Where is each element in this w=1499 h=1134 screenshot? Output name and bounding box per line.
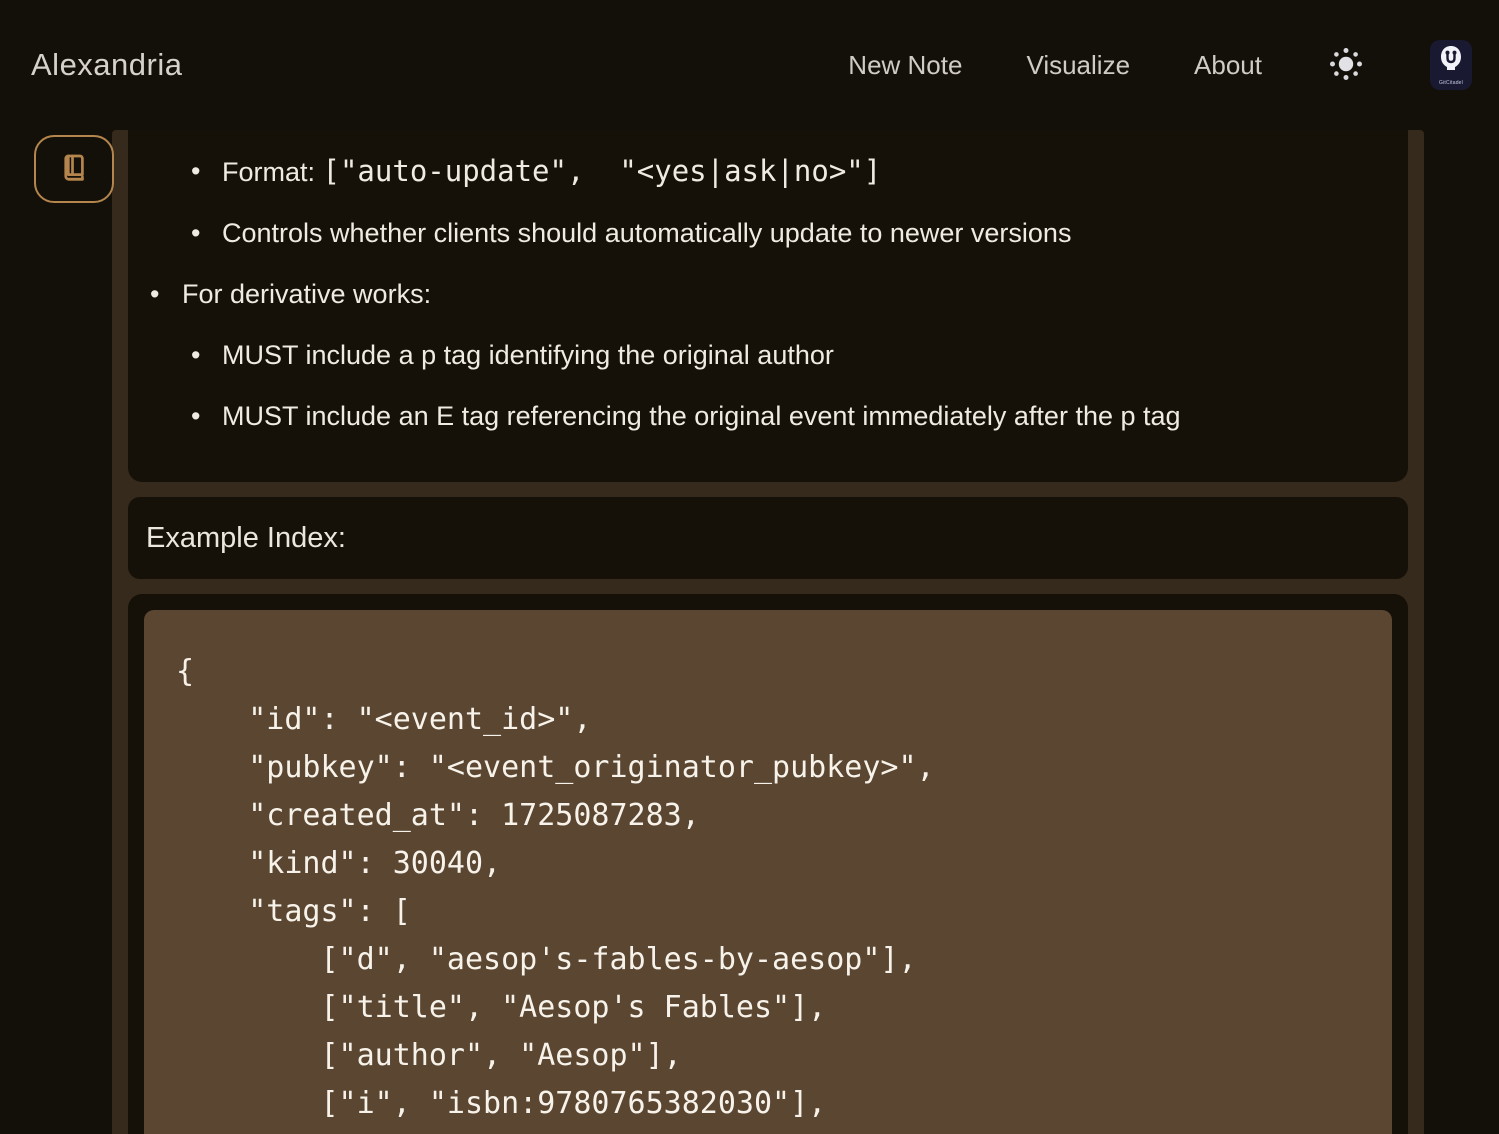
code-line: "tags": [ bbox=[176, 888, 1360, 936]
spec-card: Format: ["auto-update", "<yes|ask|no>"] … bbox=[128, 130, 1408, 482]
code-line: { bbox=[176, 648, 1360, 696]
brand-title: Alexandria bbox=[31, 47, 182, 83]
spec-item-format-label: Format: bbox=[222, 157, 323, 187]
example-code-card: { "id": "<event_id>", "pubkey": "<event_… bbox=[128, 594, 1408, 1134]
gitcitadel-logo[interactable]: GitCitadel bbox=[1430, 40, 1472, 90]
nav-visualize[interactable]: Visualize bbox=[1026, 50, 1130, 81]
code-line: ["title", "Aesop's Fables"], bbox=[176, 984, 1360, 1032]
code-line: "kind": 30040, bbox=[176, 840, 1360, 888]
code-line: ["d", "aesop's-fables-by-aesop"], bbox=[176, 936, 1360, 984]
content-scroll-area[interactable]: Format: ["auto-update", "<yes|ask|no>"] … bbox=[112, 130, 1424, 1134]
theme-toggle-button[interactable] bbox=[1326, 45, 1366, 85]
gitcitadel-shield-icon bbox=[1437, 44, 1465, 79]
code-line: ["author", "Aesop"], bbox=[176, 1032, 1360, 1080]
spec-item-e-tag: MUST include an E tag referencing the or… bbox=[128, 399, 1368, 433]
book-icon bbox=[55, 150, 93, 189]
spec-item-format-code: ["auto-update", "<yes|ask|no>"] bbox=[323, 154, 882, 188]
spec-item-derivative-works: For derivative works: bbox=[128, 277, 1368, 311]
spec-item-format: Format: ["auto-update", "<yes|ask|no>"] bbox=[128, 154, 1368, 189]
code-block: { "id": "<event_id>", "pubkey": "<event_… bbox=[144, 610, 1392, 1134]
code-line: ["i", "isbn:9780765382030"], bbox=[176, 1080, 1360, 1128]
spec-item-controls: Controls whether clients should automati… bbox=[128, 216, 1368, 250]
toc-button[interactable] bbox=[34, 135, 114, 203]
code-line: "created_at": 1725087283, bbox=[176, 792, 1360, 840]
page-body: Format: ["auto-update", "<yes|ask|no>"] … bbox=[0, 130, 1499, 1134]
code-line: "pubkey": "<event_originator_pubkey>", bbox=[176, 744, 1360, 792]
example-index-card: Example Index: bbox=[128, 497, 1408, 579]
left-sidebar bbox=[0, 130, 112, 1134]
sun-icon bbox=[1328, 46, 1364, 85]
nav-about[interactable]: About bbox=[1194, 50, 1262, 81]
nav-new-note[interactable]: New Note bbox=[848, 50, 962, 81]
example-index-heading: Example Index: bbox=[146, 522, 346, 555]
code-line: "id": "<event_id>", bbox=[176, 696, 1360, 744]
gitcitadel-logo-label: GitCitadel bbox=[1439, 80, 1463, 86]
app-header: Alexandria New Note Visualize About bbox=[0, 0, 1499, 130]
main-nav: New Note Visualize About bbox=[848, 40, 1472, 90]
spec-item-p-tag: MUST include a p tag identifying the ori… bbox=[128, 338, 1368, 372]
